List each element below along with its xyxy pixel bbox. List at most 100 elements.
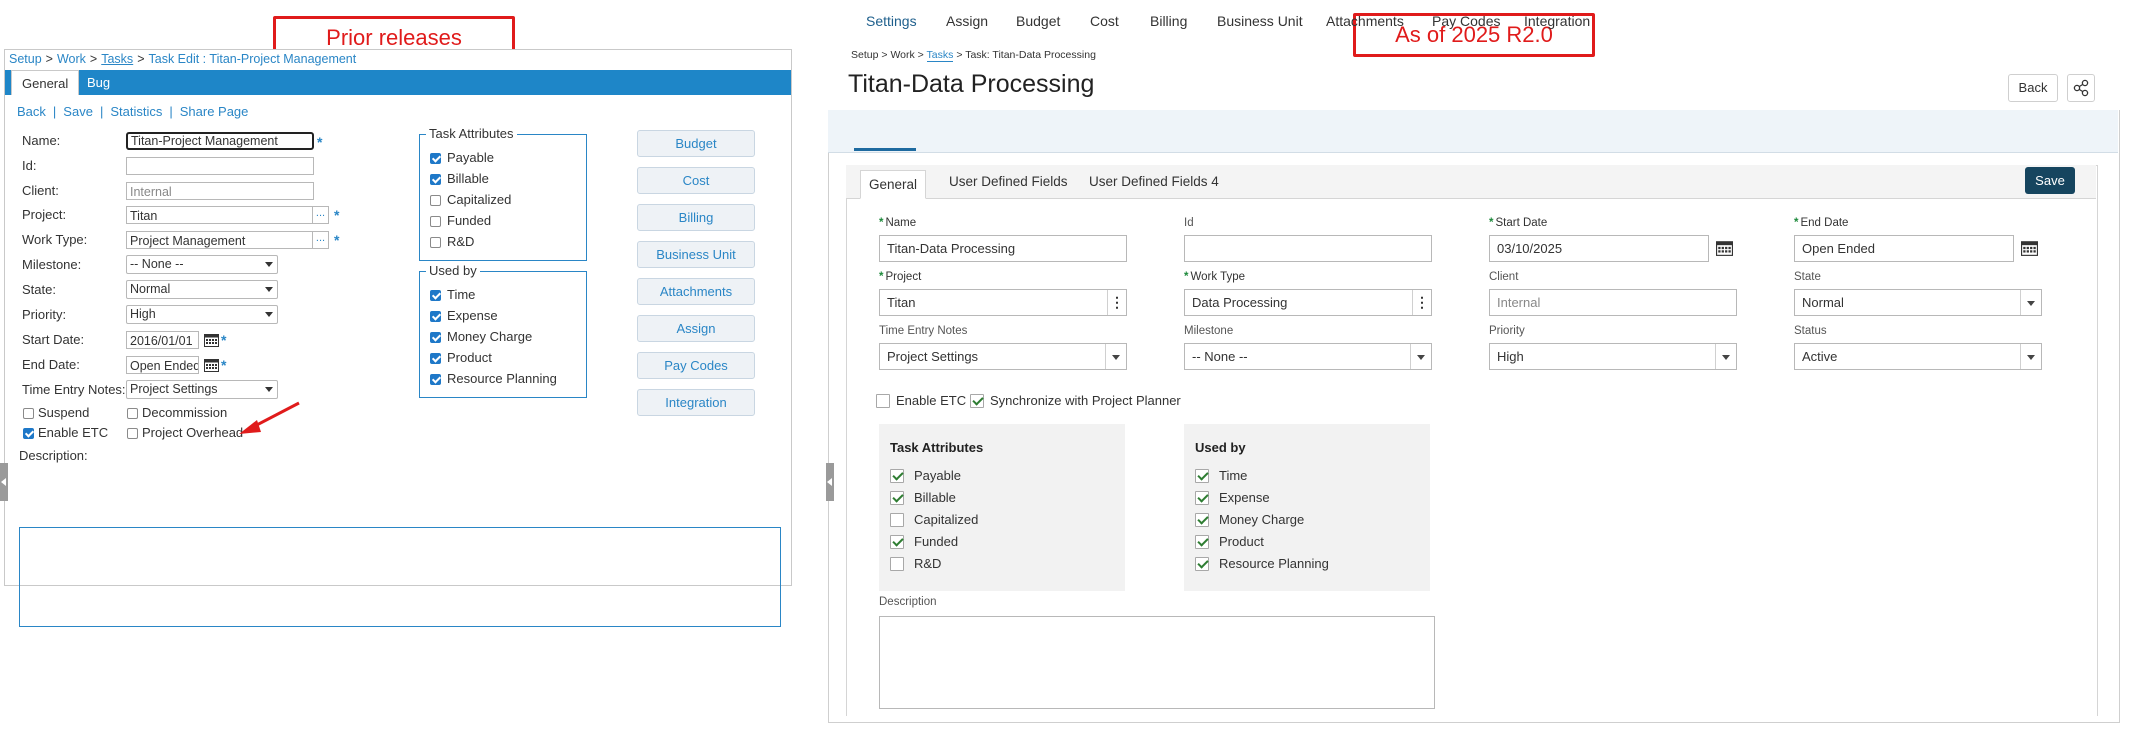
old-end-date-input[interactable]: Open Ended [126, 356, 199, 374]
ta-payable-checkbox[interactable] [890, 469, 904, 483]
ta-billable-checkbox[interactable] [890, 491, 904, 505]
new-breadcrumb-setup[interactable]: Setup [851, 49, 878, 61]
old-back-link[interactable]: Back [17, 104, 46, 119]
tab-billing[interactable]: Billing [1150, 13, 1187, 29]
inner-tab-user-defined-fields-4[interactable]: User Defined Fields 4 [1089, 174, 1219, 189]
old-priority-select[interactable]: High [126, 305, 278, 324]
ta-rd-checkbox[interactable] [890, 557, 904, 571]
old-work-type-input[interactable]: Project Management [126, 231, 314, 249]
old-project-lookup-button[interactable]: ... [312, 206, 329, 224]
ub-product-checkbox[interactable] [1195, 535, 1209, 549]
old-breadcrumb-setup[interactable]: Setup [9, 52, 42, 66]
old-ta-funded-checkbox[interactable] [430, 216, 441, 227]
new-breadcrumb-tasks[interactable]: Tasks [926, 49, 954, 62]
old-id-input[interactable] [126, 157, 314, 175]
old-ub-time-checkbox[interactable] [430, 290, 441, 301]
old-ta-rd-checkbox[interactable] [430, 237, 441, 248]
save-button[interactable]: Save [2025, 167, 2075, 194]
ub-time-checkbox[interactable] [1195, 469, 1209, 483]
old-work-type-lookup-button[interactable]: ... [312, 231, 329, 249]
status-select[interactable]: Active [1794, 343, 2042, 370]
old-cost-button[interactable]: Cost [637, 167, 755, 194]
time-entry-notes-select[interactable]: Project Settings [879, 343, 1127, 370]
id-input[interactable] [1184, 235, 1432, 262]
tab-business-unit[interactable]: Business Unit [1217, 13, 1303, 29]
old-breadcrumb-work[interactable]: Work [57, 52, 86, 66]
start-date-label-text: Start Date [1495, 217, 1548, 229]
calendar-icon[interactable] [1716, 240, 1733, 256]
old-description-textarea[interactable] [19, 527, 781, 627]
tab-settings[interactable]: Settings [866, 13, 917, 29]
client-input[interactable]: Internal [1489, 289, 1737, 316]
calendar-icon[interactable] [204, 358, 219, 372]
ub-resource-planning-checkbox[interactable] [1195, 557, 1209, 571]
old-billing-button[interactable]: Billing [637, 204, 755, 231]
project-input[interactable]: Titan ⋮ [879, 289, 1127, 316]
tab-pay-codes[interactable]: Pay Codes [1432, 13, 1500, 29]
tab-cost[interactable]: Cost [1090, 13, 1119, 29]
inner-tab-user-defined-fields[interactable]: User Defined Fields [949, 174, 1068, 189]
more-vertical-icon[interactable]: ⋮ [1107, 290, 1126, 315]
old-client-input[interactable]: Internal [126, 182, 314, 200]
old-ta-billable-checkbox[interactable] [430, 174, 441, 185]
old-start-date-input[interactable]: 2016/01/01 [126, 331, 199, 349]
name-input[interactable]: Titan-Data Processing [879, 235, 1127, 262]
collapse-handle[interactable] [0, 463, 8, 501]
old-ub-product-checkbox[interactable] [430, 353, 441, 364]
old-time-entry-notes-select[interactable]: Project Settings [126, 380, 278, 399]
share-button[interactable] [2067, 74, 2095, 102]
collapse-handle[interactable] [826, 463, 834, 501]
description-textarea[interactable] [879, 616, 1435, 709]
old-milestone-label: Milestone: [22, 257, 82, 272]
priority-select[interactable]: High [1489, 343, 1737, 370]
old-ub-money-charge-checkbox[interactable] [430, 332, 441, 343]
old-breadcrumb-tasks[interactable]: Tasks [101, 52, 133, 66]
inner-tab-general[interactable]: General [860, 170, 926, 199]
tab-assign[interactable]: Assign [946, 13, 988, 29]
work-type-label-text: Work Type [1190, 271, 1246, 283]
enable-etc-checkbox[interactable] [876, 394, 890, 408]
ta-funded-checkbox[interactable] [890, 535, 904, 549]
ta-capitalized-checkbox[interactable] [890, 513, 904, 527]
start-date-input[interactable]: 03/10/2025 [1489, 235, 1709, 262]
old-state-select[interactable]: Normal [126, 280, 278, 299]
old-ta-payable-checkbox[interactable] [430, 153, 441, 164]
old-suspend-checkbox[interactable] [23, 408, 34, 419]
old-integration-button[interactable]: Integration [637, 389, 755, 416]
end-date-input[interactable]: Open Ended [1794, 235, 2014, 262]
tab-attachments[interactable]: Attachments [1326, 13, 1404, 29]
calendar-icon[interactable] [204, 333, 219, 347]
old-business-unit-button[interactable]: Business Unit [637, 241, 755, 268]
old-pay-codes-button[interactable]: Pay Codes [637, 352, 755, 379]
old-name-input[interactable]: Titan-Project Management [126, 132, 314, 150]
old-ub-expense-label: Expense [447, 308, 498, 323]
old-enable-etc-checkbox[interactable] [23, 428, 34, 439]
more-vertical-icon[interactable]: ⋮ [1412, 290, 1431, 315]
old-ta-capitalized-checkbox[interactable] [430, 195, 441, 206]
old-statistics-link[interactable]: Statistics [110, 104, 162, 119]
old-attachments-button[interactable]: Attachments [637, 278, 755, 305]
ub-money-charge-checkbox[interactable] [1195, 513, 1209, 527]
old-share-page-link[interactable]: Share Page [180, 104, 249, 119]
old-ub-expense-checkbox[interactable] [430, 311, 441, 322]
back-button[interactable]: Back [2008, 74, 2058, 102]
state-select[interactable]: Normal [1794, 289, 2042, 316]
old-decommission-checkbox[interactable] [127, 408, 138, 419]
old-milestone-select[interactable]: -- None -- [126, 255, 278, 274]
old-ub-resource-planning-checkbox[interactable] [430, 374, 441, 385]
tab-integration[interactable]: Integration [1524, 13, 1590, 29]
ub-expense-checkbox[interactable] [1195, 491, 1209, 505]
calendar-icon[interactable] [2021, 240, 2038, 256]
sync-planner-checkbox[interactable] [970, 394, 984, 408]
old-assign-button[interactable]: Assign [637, 315, 755, 342]
work-type-input[interactable]: Data Processing ⋮ [1184, 289, 1432, 316]
old-project-overhead-checkbox[interactable] [127, 428, 138, 439]
new-breadcrumb-work[interactable]: Work [890, 49, 914, 61]
tab-budget[interactable]: Budget [1016, 13, 1060, 29]
old-budget-button[interactable]: Budget [637, 130, 755, 157]
old-project-input[interactable]: Titan [126, 206, 314, 224]
milestone-select[interactable]: -- None -- [1184, 343, 1432, 370]
old-save-link[interactable]: Save [63, 104, 93, 119]
old-tab-general[interactable]: General [11, 70, 80, 95]
old-tab-bug[interactable]: Bug [77, 70, 120, 95]
